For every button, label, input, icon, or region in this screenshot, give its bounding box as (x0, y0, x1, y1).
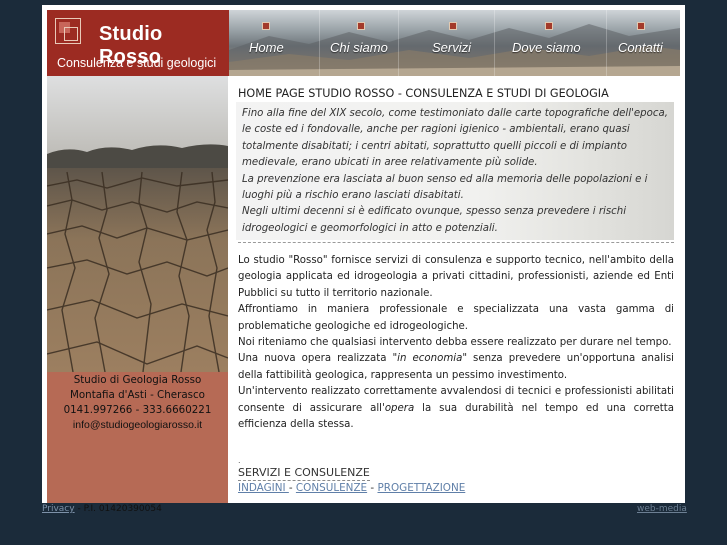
nav-dove-siamo-label: Dove siamo (512, 40, 581, 55)
body-text-span: Una nuova opera realizzata (238, 353, 393, 365)
intro-text: Fino alla fine del XIX secolo, come test… (242, 106, 670, 237)
intro-paragraph: Negli ultimi decenni si è edificato ovun… (242, 206, 627, 234)
nav-contatti-label: Contatti (618, 40, 663, 55)
link-separator: - (367, 482, 378, 494)
header: Studio Rosso Consulenza e studi geologic… (47, 10, 680, 76)
link-consulenze[interactable]: CONSULENZE (296, 482, 367, 494)
studio-locations: Montafia d'Asti - Cherasco (70, 389, 205, 401)
nav-bullet-icon (262, 22, 270, 30)
link-indagini[interactable]: INDAGINI (238, 482, 289, 494)
nav-bullet-icon (357, 22, 365, 30)
nav-bullet-icon (637, 22, 645, 30)
body-paragraph: Affrontiamo in maniera professionale e s… (238, 304, 674, 332)
nav-servizi-label: Servizi (432, 40, 472, 55)
nav-contatti[interactable]: Contatti (607, 10, 680, 76)
studio-phones: 0141.997266 - 333.6660221 (63, 404, 212, 416)
link-separator: - (288, 482, 296, 494)
brand-tagline: Consulenza e studi geologici (57, 56, 217, 70)
studio-email[interactable]: info@studiogeologiarosso.it (47, 418, 228, 433)
body-text-emphasis: "in economia" (392, 353, 468, 365)
nav-bullet-icon (449, 22, 457, 30)
body-paragraph: Noi riteniamo che qualsiasi intervento d… (238, 337, 672, 349)
intro-paragraph: Fino alla fine del XIX secolo, come test… (242, 108, 668, 169)
body-paragraph: Una nuova opera realizzata "in economia"… (238, 351, 674, 384)
contact-block: Studio di Geologia Rosso Montafia d'Asti… (47, 373, 228, 433)
intro-paragraph: La prevenzione era lasciata al buon sens… (242, 173, 648, 202)
body-text-emphasis: opera (384, 402, 415, 414)
web-credit-link[interactable]: web-media (637, 504, 687, 514)
privacy-link[interactable]: Privacy (42, 504, 75, 514)
logo-mark-icon (55, 18, 81, 44)
services-links: INDAGINI - CONSULENZE - PROGETTAZIONE (238, 482, 465, 494)
vat-number: - P.I. 01420390054 (74, 504, 162, 514)
footer-left: Privacy - P.I. 01420390054 (42, 504, 162, 514)
body-paragraph: Lo studio "Rosso" fornisce servizi di co… (238, 255, 674, 299)
nav-dove-siamo[interactable]: Dove siamo (495, 10, 606, 76)
nav-bullet-icon (545, 22, 553, 30)
studio-name: Studio di Geologia Rosso (73, 374, 202, 386)
nav-chi-siamo[interactable]: Chi siamo (320, 10, 398, 76)
body-text: Lo studio "Rosso" fornisce servizi di co… (238, 253, 674, 433)
nav-chi-siamo-label: Chi siamo (330, 40, 388, 55)
nav-home[interactable]: Home (229, 10, 319, 76)
services-heading: SERVIZI E CONSULENZE (238, 466, 370, 481)
main-navigation: Home Chi siamo Servizi Dove siamo Contat… (229, 10, 680, 76)
page-frame: Studio Rosso Consulenza e studi geologic… (42, 5, 685, 503)
logo[interactable]: Studio Rosso Consulenza e studi geologic… (47, 10, 229, 76)
nav-servizi[interactable]: Servizi (399, 10, 494, 76)
stray-mark: . (238, 456, 241, 465)
cracked-earth-photo (47, 76, 228, 372)
page-title: HOME PAGE STUDIO ROSSO - CONSULENZA E ST… (238, 87, 609, 100)
left-sidebar: Studio di Geologia Rosso Montafia d'Asti… (47, 76, 228, 503)
body-paragraph: Un'intervento realizzato correttamente a… (238, 384, 674, 433)
divider (238, 242, 674, 243)
link-progettazione[interactable]: PROGETTAZIONE (377, 482, 465, 494)
cracked-earth-image (47, 76, 228, 372)
main-content: HOME PAGE STUDIO ROSSO - CONSULENZA E ST… (228, 76, 680, 503)
nav-home-label: Home (249, 40, 284, 55)
